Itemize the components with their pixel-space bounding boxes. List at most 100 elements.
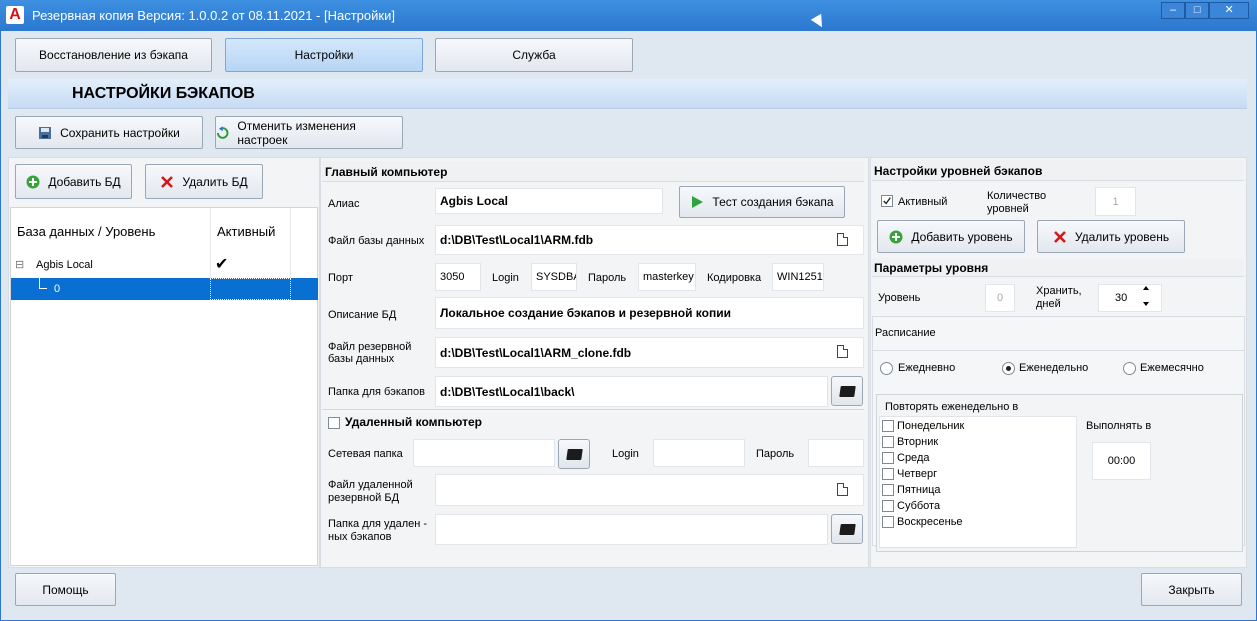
collapse-toggle-icon[interactable]: ⊟ — [15, 258, 24, 271]
level-active-checkbox[interactable] — [881, 195, 893, 207]
tuesday-checkbox[interactable] — [882, 436, 894, 448]
test-backup-button[interactable]: Тест создания бэкапа — [679, 186, 845, 218]
delete-icon — [161, 175, 174, 188]
friday-checkbox[interactable] — [882, 484, 894, 496]
page-header: НАСТРОЙКИ БЭКАПОВ — [8, 79, 1247, 109]
database-tree[interactable]: База данных / Уровень Активный ⊟ Agbis L… — [10, 207, 318, 566]
port-label: Порт — [328, 272, 353, 284]
delete-level-button[interactable]: Удалить уровень — [1037, 220, 1185, 253]
test-backup-label: Тест создания бэкапа — [712, 195, 834, 209]
browse-folder-button[interactable] — [831, 376, 863, 406]
password-input[interactable]: masterkey — [638, 263, 696, 291]
wednesday-label: Среда — [897, 452, 930, 464]
maximize-button[interactable]: □ — [1185, 2, 1210, 19]
backup-folder-input[interactable]: d:\DB\Test\Local1\back\ — [435, 376, 828, 407]
sunday-label: Воскресенье — [897, 516, 963, 528]
cancel-changes-button[interactable]: Отменить изменения настроек — [215, 116, 403, 149]
levels-title: Настройки уровней бэкапов — [872, 160, 1244, 181]
remote-login-input[interactable] — [653, 439, 745, 467]
keep-days-label-line2: дней — [1036, 298, 1061, 310]
save-settings-button[interactable]: Сохранить настройки — [15, 116, 203, 149]
tab-settings[interactable]: Настройки — [225, 38, 423, 72]
save-settings-label: Сохранить настройки — [60, 125, 180, 140]
close-window-button[interactable]: ✕ — [1209, 2, 1249, 19]
browse-remote-folder-button[interactable] — [831, 514, 863, 544]
divider — [322, 409, 864, 410]
wednesday-checkbox[interactable] — [882, 452, 894, 464]
tab-service[interactable]: Служба — [435, 38, 633, 72]
remote-folder-label-line1: Папка для удален - — [328, 518, 428, 530]
backup-db-file-input[interactable]: d:\DB\Test\Local1\ARM_clone.fdb — [435, 337, 864, 368]
help-button[interactable]: Помощь — [15, 573, 116, 606]
level-count-label-line2: уровней — [987, 203, 1029, 215]
keep-days-label-line1: Хранить, — [1036, 285, 1082, 297]
main-computer-title: Главный компьютер — [322, 161, 864, 182]
thursday-label: Четверг — [897, 468, 938, 480]
title-bar: A Резервная копия Версия: 1.0.0.2 от 08.… — [0, 0, 1257, 31]
encoding-label: Кодировка — [707, 272, 762, 284]
minimize-button[interactable]: – — [1161, 2, 1186, 19]
delete-db-button[interactable]: Удалить БД — [145, 164, 263, 199]
remote-file-label-line1: Файл удаленной — [328, 479, 413, 491]
tree-line — [39, 278, 47, 289]
run-at-time-input[interactable]: 00:00 — [1092, 442, 1151, 480]
schedule-weekly-radio[interactable] — [1002, 362, 1015, 375]
browse-file-icon[interactable] — [837, 233, 848, 246]
net-folder-label: Сетевая папка — [328, 448, 403, 460]
monday-checkbox[interactable] — [882, 420, 894, 432]
browse-backup-file-icon[interactable] — [837, 345, 848, 358]
saturday-label: Суббота — [897, 500, 941, 512]
schedule-daily-radio[interactable] — [880, 362, 893, 375]
login-input[interactable]: SYSDBA — [531, 263, 577, 291]
encoding-input[interactable]: WIN1251 — [772, 263, 824, 291]
remote-folder-label-line2: ных бэкапов — [328, 531, 392, 543]
sunday-checkbox[interactable] — [882, 516, 894, 528]
spinner-down-icon[interactable] — [1143, 302, 1149, 306]
undo-icon — [216, 125, 229, 139]
level-label: Уровень — [878, 292, 921, 304]
close-button[interactable]: Закрыть — [1141, 573, 1242, 606]
checkmark-icon — [883, 197, 891, 205]
remote-folder-input[interactable] — [435, 514, 828, 545]
spinner-up-icon[interactable] — [1143, 286, 1149, 290]
alias-input[interactable]: Agbis Local — [435, 188, 663, 214]
backup-db-file-label-line2: базы данных — [328, 353, 395, 365]
tab-restore[interactable]: Восстановление из бэкапа — [15, 38, 212, 72]
add-db-button[interactable]: Добавить БД — [15, 164, 132, 199]
schedule-daily-label: Ежедневно — [898, 362, 956, 374]
monday-label: Понедельник — [897, 420, 965, 432]
tree-item-agbis-local[interactable]: Agbis Local — [36, 259, 93, 271]
level-active-label: Активный — [898, 196, 948, 208]
saturday-checkbox[interactable] — [882, 500, 894, 512]
port-input[interactable]: 3050 — [435, 263, 481, 291]
help-label: Помощь — [42, 582, 89, 597]
delete-level-label: Удалить уровень — [1074, 229, 1170, 244]
remote-password-input[interactable] — [808, 439, 864, 467]
remote-file-input[interactable] — [435, 474, 864, 506]
folder-icon — [838, 523, 856, 535]
description-input[interactable]: Локальное создание бэкапов и резервной к… — [435, 297, 864, 329]
page-title: НАСТРОЙКИ БЭКАПОВ — [72, 85, 255, 102]
browse-net-folder-button[interactable] — [558, 439, 590, 469]
thursday-checkbox[interactable] — [882, 468, 894, 480]
tree-item-level-label: 0 — [54, 283, 61, 295]
backup-db-file-label-line1: Файл резервной — [328, 341, 412, 353]
run-at-label: Выполнять в — [1086, 420, 1152, 432]
db-file-input[interactable]: d:\DB\Test\Local1\ARM.fdb — [435, 225, 864, 255]
active-checkmark-icon: ✔ — [215, 256, 229, 273]
add-level-button[interactable]: Добавить уровень — [877, 220, 1025, 253]
remote-computer-checkbox[interactable] — [328, 417, 340, 429]
schedule-monthly-radio[interactable] — [1123, 362, 1136, 375]
tab-settings-label: Настройки — [294, 48, 354, 62]
friday-label: Пятница — [897, 484, 941, 496]
tree-item-level-0[interactable]: 0 — [11, 278, 318, 300]
browse-remote-file-icon[interactable] — [837, 483, 848, 496]
level-params-title: Параметры уровня — [872, 258, 1244, 277]
remote-computer-title: Удаленный компьютер — [345, 415, 482, 429]
active-cell[interactable] — [210, 278, 291, 300]
cancel-changes-label: Отменить изменения настроек — [237, 118, 356, 147]
level-input: 0 — [985, 284, 1015, 312]
net-folder-input[interactable] — [413, 439, 555, 467]
keep-days-spinner[interactable]: 30 — [1098, 284, 1162, 312]
app-logo-icon: A — [6, 6, 24, 24]
